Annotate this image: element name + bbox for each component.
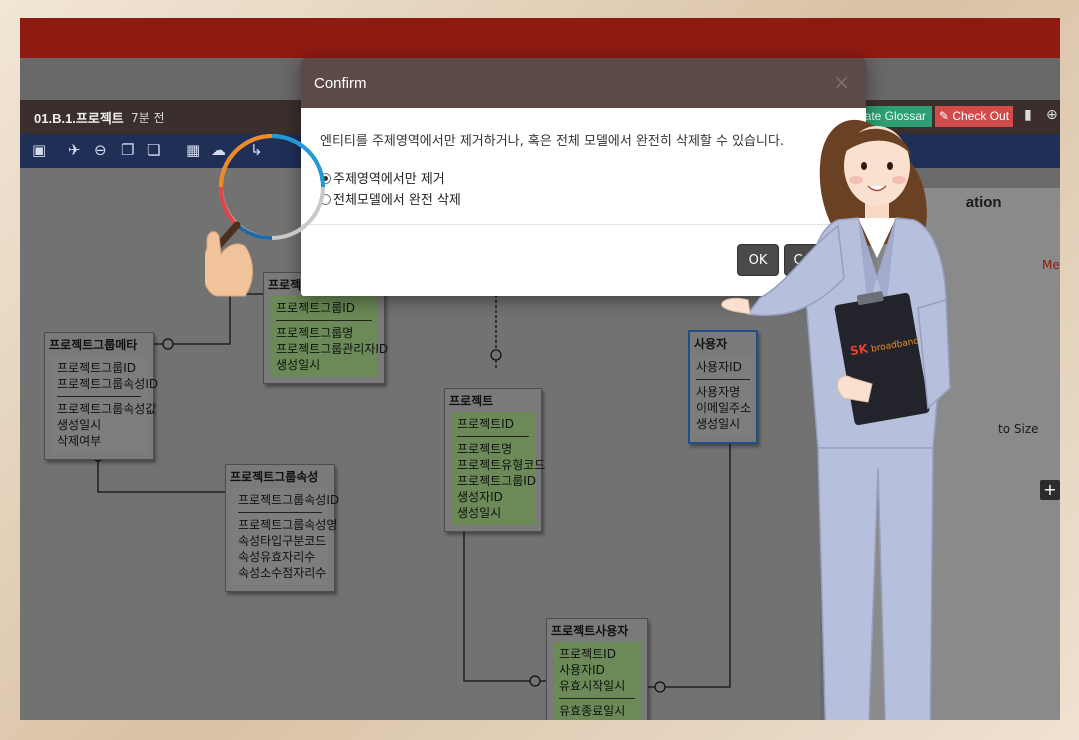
rel-project-projectuser — [463, 518, 548, 682]
app-screen: 01.B.1.프로젝트 7분 전 ctivate Glossar ✎ Check… — [20, 18, 1060, 720]
presenter-illustration: SK broadband — [721, 119, 951, 720]
entity-attr: 프로젝트명 — [457, 442, 513, 456]
dialog-message: 엔티티를 주제영역에서만 제거하거나, 혹은 전체 모델에서 완전히 삭제할 수… — [320, 134, 785, 149]
calendar-icon[interactable]: ▦ — [186, 142, 200, 158]
entity-attr: 유효종료일시 — [559, 704, 626, 718]
check-out-label: Check Out — [952, 109, 1010, 123]
entity-name: 프로젝트그룹메타 — [49, 338, 138, 352]
fit-to-size-label[interactable]: to Size — [998, 422, 1039, 436]
entity-attr: 프로젝트그룹관리자ID — [276, 342, 389, 356]
entity-project-user[interactable]: 프로젝트사용자 프로젝트ID 사용자ID 유효시작일시 유효종료일시 — [546, 618, 648, 720]
magnifier-icon — [205, 134, 325, 297]
option-label: 주제영역에서만 제거 — [333, 172, 445, 187]
entity-attr: 생성자ID — [457, 490, 503, 504]
entity-attr: 속성유효자리수 — [238, 550, 316, 564]
option-label: 전체모델에서 완전 삭제 — [333, 193, 461, 208]
rel-group-project — [385, 285, 497, 368]
model-updated-time: 7분 전 — [131, 111, 165, 125]
entity-key: 프로젝트ID — [559, 647, 616, 661]
entity-attr: 프로젝트그룹ID — [457, 474, 537, 488]
entity-attr: 프로젝트그룹속성명 — [238, 518, 338, 532]
entity-key: 사용자ID — [559, 663, 605, 677]
close-icon[interactable]: × — [833, 70, 850, 94]
save-icon[interactable]: ▣ — [32, 142, 46, 158]
entity-key: 프로젝트그룹속성ID — [57, 377, 159, 391]
zoom-icon[interactable]: ⊕ — [1046, 107, 1058, 123]
dialog-header: Confirm × — [301, 58, 866, 108]
minus-box-icon[interactable]: ⊖ — [94, 142, 107, 158]
entity-attr: 프로젝트유형코드 — [457, 458, 546, 472]
add-icon[interactable]: + — [1040, 480, 1060, 500]
model-title: 01.B.1.프로젝트 — [34, 111, 124, 126]
top-header-bar — [20, 18, 1060, 58]
panel-menu-link[interactable]: Me — [1042, 258, 1060, 272]
entity-key: 프로젝트그룹속성ID — [238, 493, 340, 507]
duplicate-icon[interactable]: ❏ — [147, 142, 160, 158]
entity-attr: 프로젝트그룹속성값 — [57, 402, 157, 416]
entity-attr: 속성소수점자리수 — [238, 566, 327, 580]
entity-project[interactable]: 프로젝트 프로젝트ID 프로젝트명 프로젝트유형코드 프로젝트그룹ID 생성자I… — [444, 388, 546, 532]
rel-meta-group — [152, 293, 265, 345]
bookmark-icon[interactable]: ▮ — [1024, 107, 1032, 123]
entity-attr: 프로젝트그룹명 — [276, 326, 354, 340]
entity-key: 프로젝트그룹ID — [276, 301, 356, 315]
entity-project-group-attr[interactable]: 프로젝트그룹속성 프로젝트그룹속성ID 프로젝트그룹속성명 속성타입구분코드 속… — [225, 464, 340, 592]
entity-key: 유효시작일시 — [559, 679, 626, 693]
entity-name: 프로젝트사용자 — [551, 624, 629, 638]
entity-attr: 삭제여부 — [57, 434, 102, 448]
pin-icon[interactable]: ✈ — [68, 142, 81, 158]
entity-attr: 생성일시 — [276, 358, 321, 372]
dialog-title: Confirm — [314, 75, 367, 92]
entity-name: 프로젝트 — [449, 394, 494, 408]
entity-attr: 생성일시 — [57, 418, 102, 432]
entity-key: 프로젝트ID — [457, 417, 514, 431]
entity-name: 프로젝트그룹속성 — [230, 470, 319, 484]
entity-attr: 속성타입구분코드 — [238, 534, 327, 548]
entity-project-group-meta[interactable]: 프로젝트그룹메타 프로젝트그룹ID 프로젝트그룹속성ID 프로젝트그룹속성값 생… — [44, 332, 159, 460]
copy-icon[interactable]: ❐ — [121, 142, 134, 158]
entity-attr: 생성일시 — [457, 506, 502, 520]
entity-key: 프로젝트그룹ID — [57, 361, 137, 375]
panel-title-suffix: ation — [965, 194, 1002, 211]
